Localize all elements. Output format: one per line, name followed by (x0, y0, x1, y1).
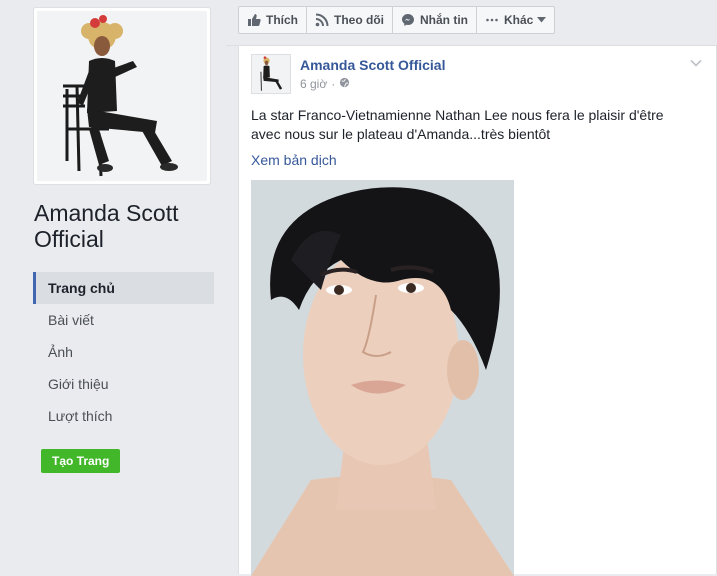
caret-down-icon (537, 17, 546, 23)
thumbs-up-icon (247, 13, 261, 27)
message-label: Nhắn tin (420, 13, 468, 27)
avatar-image (252, 55, 290, 93)
post-timestamp[interactable]: 6 giờ (300, 77, 327, 91)
nav-item-photos[interactable]: Ảnh (33, 336, 214, 368)
like-button[interactable]: Thích (238, 6, 307, 34)
post-author-avatar[interactable] (251, 54, 291, 94)
rss-icon (315, 13, 329, 27)
globe-icon[interactable] (339, 77, 350, 91)
messenger-icon (401, 13, 415, 27)
profile-photo-image (37, 11, 207, 181)
meta-separator: · (331, 77, 335, 91)
nav-item-likes[interactable]: Lượt thích (33, 400, 214, 432)
post-meta: 6 giờ · (300, 77, 350, 91)
post-author-name[interactable]: Amanda Scott Official (300, 57, 445, 73)
portrait-image (251, 180, 514, 576)
page-title[interactable]: Amanda Scott Official (34, 200, 214, 252)
more-button[interactable]: Khác (476, 6, 555, 34)
see-translation-link[interactable]: Xem bản dịch (251, 152, 337, 168)
follow-button[interactable]: Theo dõi (306, 6, 393, 34)
ellipsis-icon (485, 13, 499, 27)
post-photo[interactable] (251, 180, 514, 576)
page-action-bar: Thích Theo dõi Nhắn tin Khác (238, 6, 555, 34)
more-label: Khác (504, 13, 533, 27)
like-label: Thích (266, 13, 298, 27)
nav-item-home[interactable]: Trang chủ (33, 272, 214, 304)
message-button[interactable]: Nhắn tin (392, 6, 477, 34)
follow-label: Theo dõi (334, 13, 384, 27)
create-page-button[interactable]: Tạo Trang (41, 449, 120, 473)
left-column: Amanda Scott Official Trang chủ Bài viết… (0, 0, 226, 574)
post-text: La star Franco-Vietnamienne Nathan Lee n… (251, 106, 691, 144)
chevron-down-icon[interactable] (690, 56, 702, 70)
nav-item-about[interactable]: Giới thiệu (33, 368, 214, 400)
page-nav: Trang chủ Bài viết Ảnh Giới thiệu Lượt t… (33, 272, 214, 432)
profile-picture[interactable] (33, 7, 211, 185)
nav-item-posts[interactable]: Bài viết (33, 304, 214, 336)
post-card: Amanda Scott Official 6 giờ · La star Fr… (238, 45, 717, 574)
